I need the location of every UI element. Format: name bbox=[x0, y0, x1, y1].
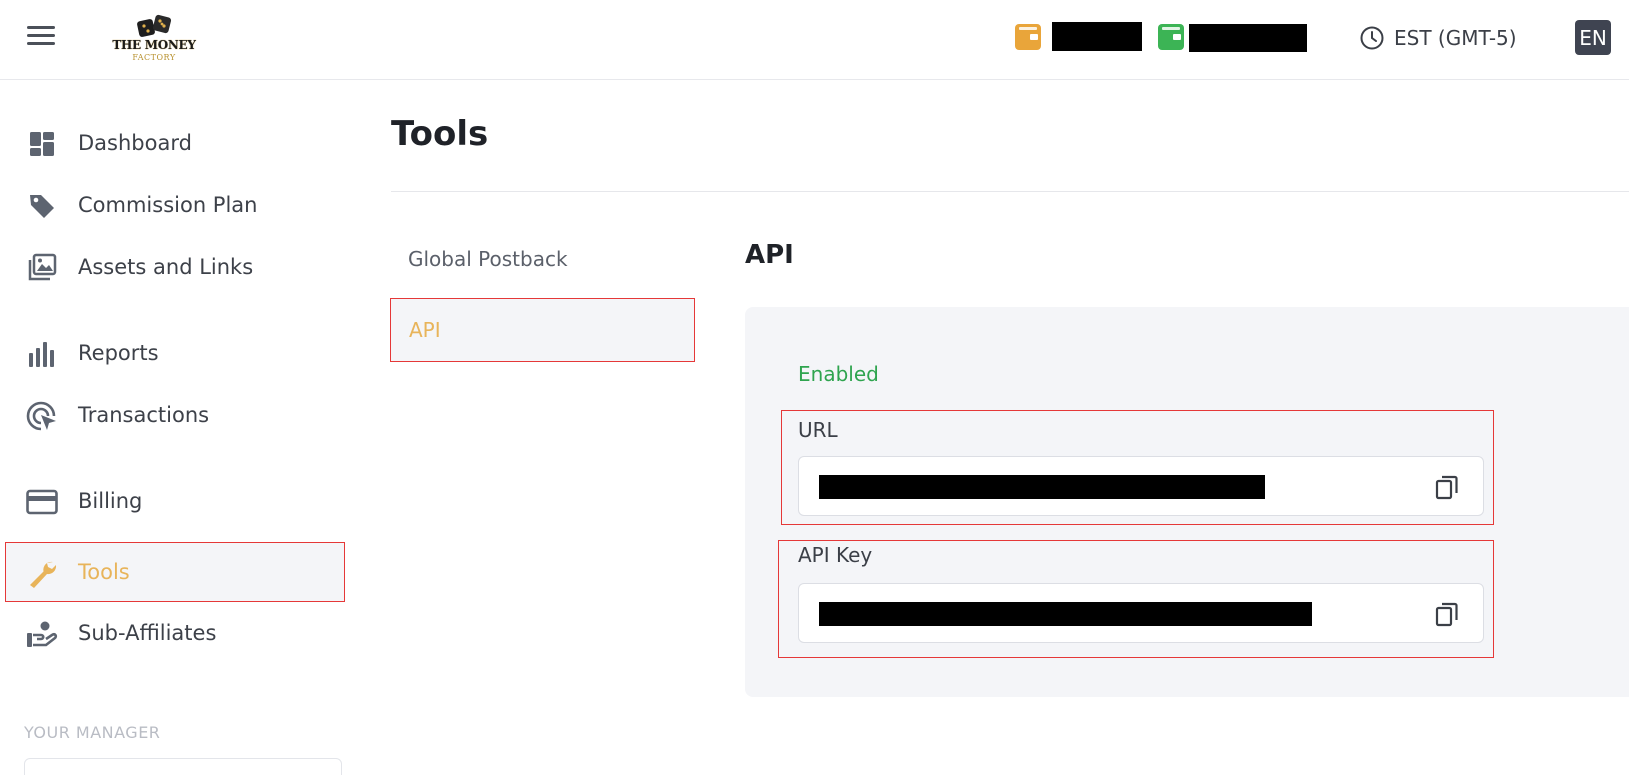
manager-card bbox=[24, 758, 342, 775]
subnav-item-global-postback[interactable]: Global Postback bbox=[390, 227, 695, 291]
dice-icon bbox=[137, 14, 172, 37]
api-key-field[interactable] bbox=[798, 583, 1484, 643]
sidebar-item-label: Billing bbox=[78, 489, 143, 513]
sidebar-item-label: Tools bbox=[78, 560, 130, 584]
images-icon bbox=[26, 252, 58, 284]
timezone-selector[interactable]: EST (GMT-5) bbox=[1359, 24, 1517, 52]
url-field[interactable] bbox=[798, 456, 1484, 516]
url-label: URL bbox=[798, 418, 838, 442]
sidebar-item-label: Dashboard bbox=[78, 131, 192, 155]
divider bbox=[391, 191, 1629, 192]
sidebar-item-billing[interactable]: Billing bbox=[6, 472, 344, 530]
credit-card-icon bbox=[26, 486, 58, 518]
sidebar-item-label: Commission Plan bbox=[78, 193, 258, 217]
sidebar-item-label: Assets and Links bbox=[78, 255, 254, 279]
sidebar-item-transactions[interactable]: Transactions bbox=[6, 386, 344, 444]
sidebar-item-sub-affiliates[interactable]: Sub-Affiliates bbox=[6, 604, 344, 662]
brand-title: THE MONEY bbox=[112, 38, 196, 52]
menu-icon[interactable] bbox=[27, 26, 55, 48]
copy-icon[interactable] bbox=[1433, 600, 1461, 628]
brand-logo[interactable]: THE MONEY FACTORY bbox=[108, 12, 200, 64]
sidebar-item-label: Reports bbox=[78, 341, 159, 365]
top-bar: THE MONEY FACTORY EST (GMT-5) EN bbox=[0, 0, 1629, 80]
dashboard-icon bbox=[26, 128, 58, 160]
wallet-balance-redacted bbox=[1052, 22, 1142, 51]
wallet-icon[interactable] bbox=[1158, 24, 1184, 50]
wrench-icon bbox=[26, 557, 58, 589]
subnav-item-api[interactable]: API bbox=[390, 298, 695, 362]
api-key-label: API Key bbox=[798, 543, 873, 567]
page-title: Tools bbox=[391, 114, 489, 154]
copy-icon[interactable] bbox=[1433, 473, 1461, 501]
clock-icon bbox=[1360, 26, 1384, 50]
wallet-balance-redacted bbox=[1189, 24, 1307, 52]
api-status: Enabled bbox=[798, 362, 879, 386]
sidebar-item-tools[interactable]: Tools bbox=[5, 542, 345, 602]
language-selector[interactable]: EN bbox=[1575, 20, 1611, 55]
url-value-redacted[interactable] bbox=[819, 475, 1265, 499]
tag-icon bbox=[26, 190, 58, 222]
sidebar-item-assets-and-links[interactable]: Assets and Links bbox=[6, 238, 344, 296]
timezone-label: EST (GMT-5) bbox=[1394, 26, 1517, 50]
bar-chart-icon bbox=[26, 338, 58, 370]
brand-subtitle: FACTORY bbox=[132, 53, 176, 62]
sidebar-item-dashboard[interactable]: Dashboard bbox=[6, 114, 344, 172]
manager-section-label: YOUR MANAGER bbox=[24, 723, 161, 742]
wallet-icon[interactable] bbox=[1015, 24, 1041, 50]
sidebar-item-commission-plan[interactable]: Commission Plan bbox=[6, 176, 344, 234]
section-title: API bbox=[745, 240, 794, 270]
hand-person-icon bbox=[26, 618, 58, 650]
sidebar-item-reports[interactable]: Reports bbox=[6, 324, 344, 382]
sidebar-item-label: Transactions bbox=[78, 403, 210, 427]
target-cursor-icon bbox=[26, 400, 58, 432]
sidebar-item-label: Sub-Affiliates bbox=[78, 621, 217, 645]
api-key-value-redacted[interactable] bbox=[819, 602, 1312, 626]
